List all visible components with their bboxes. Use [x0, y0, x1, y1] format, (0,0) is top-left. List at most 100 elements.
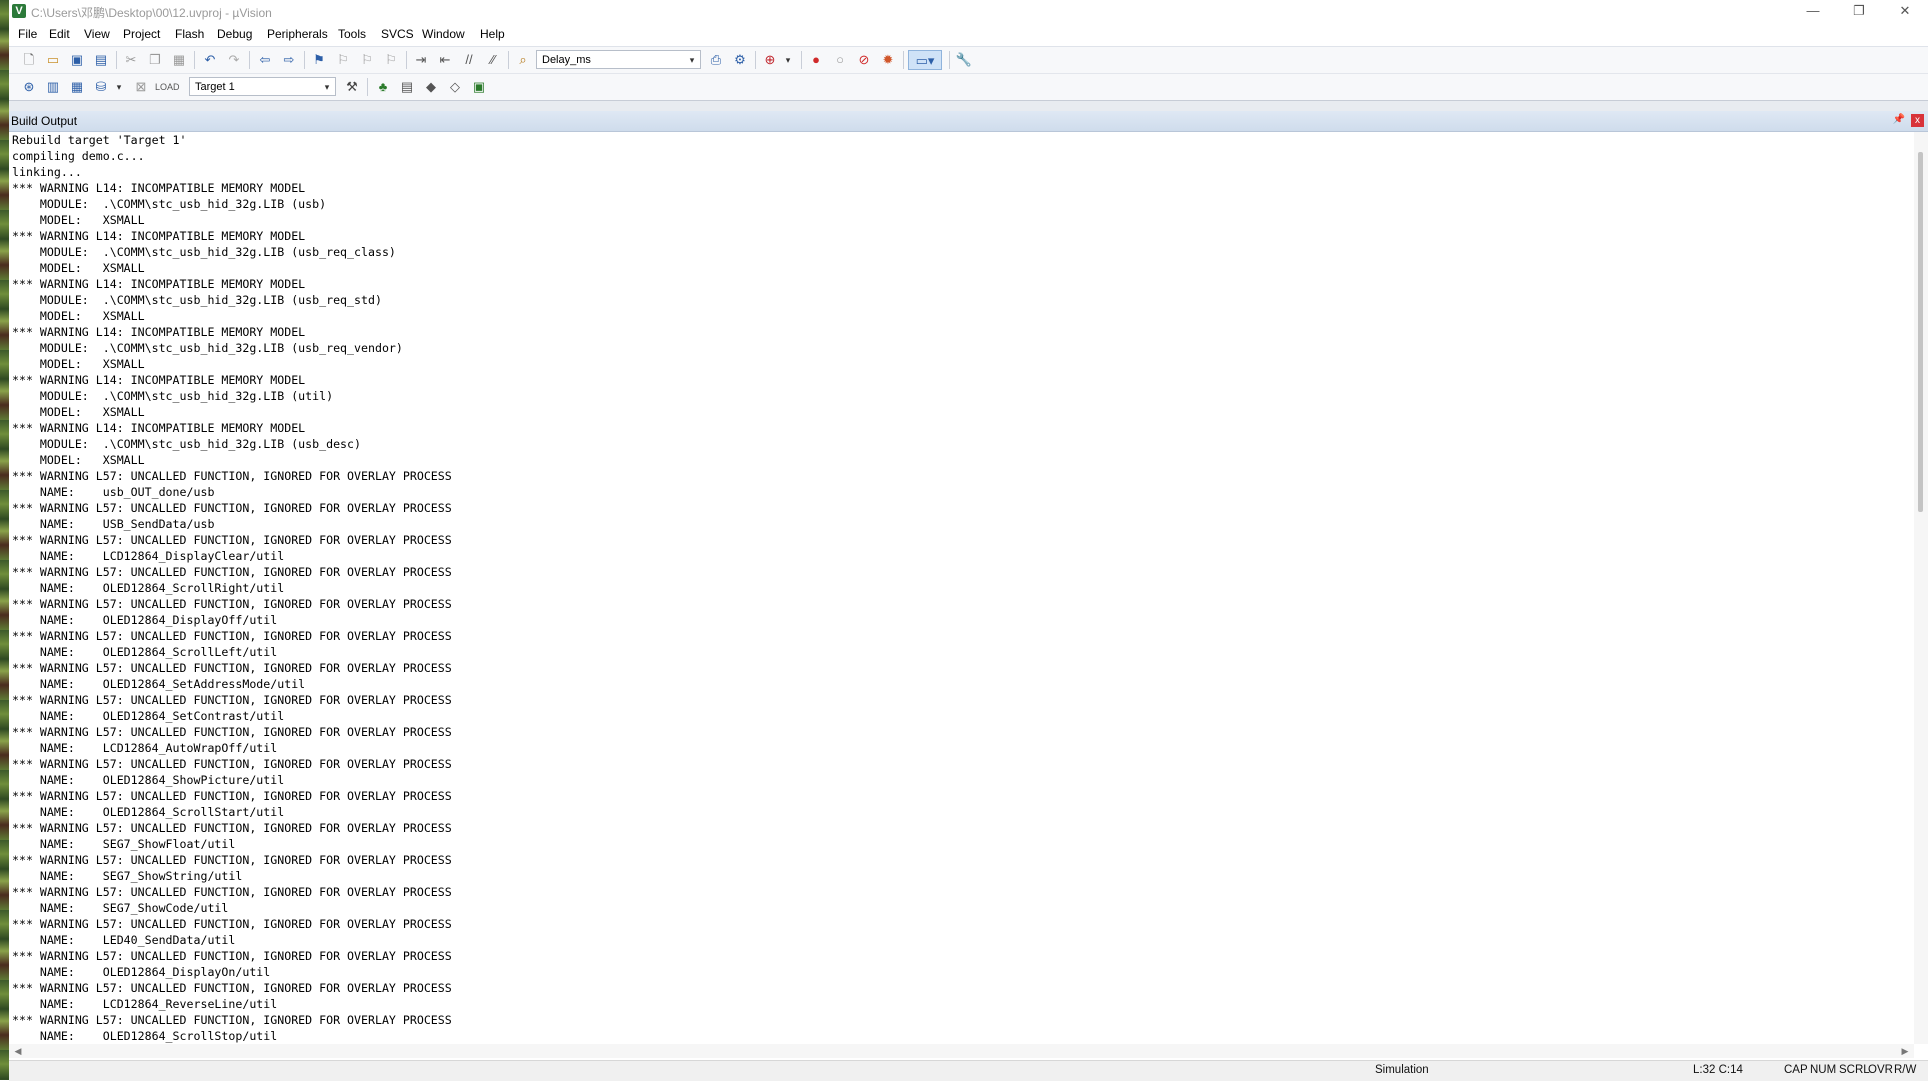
file-toolbar: 🗋 ▭ ▣ ▤ ✂ ❐ ▦ ↶ ↷ ⇦ ⇨ ⚑ ⚐ ⚐ ⚐ ⇥ ⇤ // ⁄⁄ … — [9, 47, 1928, 74]
open-folder-icon[interactable]: ▭ — [43, 50, 63, 70]
output-line: NAME: OLED12864_DisplayOff/util — [12, 613, 278, 627]
restore-button[interactable]: ❐ — [1836, 0, 1882, 24]
bookmark-next-icon[interactable]: ⚐ — [357, 50, 377, 70]
output-line: *** WARNING L14: INCOMPATIBLE MEMORY MOD… — [12, 325, 306, 339]
unindent-icon[interactable]: ⇤ — [435, 50, 455, 70]
download-load-icon[interactable]: LOAD — [155, 77, 180, 97]
target-options-icon[interactable]: ⚒ — [342, 77, 362, 97]
scroll-left-icon[interactable]: ◀ — [11, 1044, 25, 1058]
menu-edit[interactable]: Edit — [49, 27, 70, 41]
file-extensions-icon[interactable]: ♣ — [373, 77, 393, 97]
overwrite-indicator: OVR — [1868, 1064, 1893, 1076]
output-line: NAME: usb_OUT_done/usb — [12, 485, 215, 499]
kill-breakpoints-icon[interactable]: ✹ — [878, 50, 898, 70]
output-line: *** WARNING L14: INCOMPATIBLE MEMORY MOD… — [12, 277, 306, 291]
bookmark-prev-icon[interactable]: ⚐ — [333, 50, 353, 70]
debug-session-icon[interactable]: ⊕ — [760, 50, 780, 70]
incremental-find-icon[interactable]: ⚙ — [730, 50, 750, 70]
disable-breakpoints-icon[interactable]: ⊘ — [854, 50, 874, 70]
close-button[interactable]: ✕ — [1882, 0, 1928, 24]
translate-icon[interactable]: ⊛ — [19, 77, 39, 97]
chevron-down-icon[interactable]: ▾ — [686, 51, 698, 68]
uncomment-icon[interactable]: ⁄⁄ — [483, 50, 503, 70]
vertical-scroll-thumb[interactable] — [1918, 152, 1923, 512]
build-icon[interactable]: ▥ — [43, 77, 63, 97]
chevron-down-icon[interactable]: ▾ — [321, 78, 333, 95]
manage-project-items-icon[interactable]: ▤ — [397, 77, 417, 97]
chevron-down-icon[interactable]: ▾ — [109, 77, 129, 97]
toolbar-separator — [304, 51, 305, 69]
bookmark-icon[interactable]: ⚑ — [309, 50, 329, 70]
rebuild-icon[interactable]: ▦ — [67, 77, 87, 97]
select-packs-icon[interactable]: ◆ — [421, 77, 441, 97]
output-line: *** WARNING L57: UNCALLED FUNCTION, IGNO… — [12, 693, 452, 707]
menu-peripherals[interactable]: Peripherals — [267, 27, 328, 41]
navigate-forward-icon[interactable]: ⇨ — [279, 50, 299, 70]
cut-icon[interactable]: ✂ — [121, 50, 141, 70]
output-line: *** WARNING L14: INCOMPATIBLE MEMORY MOD… — [12, 181, 306, 195]
output-line: compiling demo.c... — [12, 149, 145, 163]
output-line: NAME: OLED12864_DisplayOn/util — [12, 965, 271, 979]
menu-project[interactable]: Project — [123, 27, 160, 41]
manage-rte-icon[interactable]: ◇ — [445, 77, 465, 97]
build-output-text[interactable]: Rebuild target 'Target 1' compiling demo.… — [9, 132, 1914, 1044]
menu-tools[interactable]: Tools — [338, 27, 366, 41]
menu-file[interactable]: File — [18, 27, 37, 41]
stop-build-icon[interactable]: ⊠ — [131, 77, 151, 97]
output-line: NAME: SEG7_ShowString/util — [12, 869, 243, 883]
new-file-icon[interactable]: 🗋 — [19, 50, 39, 70]
output-line: NAME: OLED12864_ShowPicture/util — [12, 773, 285, 787]
find-icon[interactable]: ⎙ — [706, 50, 726, 70]
close-panel-icon[interactable]: x — [1911, 114, 1924, 127]
window-layout-icon[interactable]: ▭▾ — [908, 50, 942, 70]
menu-debug[interactable]: Debug — [217, 27, 252, 41]
horizontal-scrollbar[interactable]: ◀ ▶ — [9, 1044, 1914, 1058]
enable-breakpoint-icon[interactable]: ○ — [830, 50, 850, 70]
vertical-scrollbar[interactable] — [1914, 132, 1928, 1044]
copy-icon[interactable]: ❐ — [145, 50, 165, 70]
output-line: NAME: OLED12864_ScrollStop/util — [12, 1029, 278, 1043]
toolbar-separator — [755, 51, 756, 69]
indent-icon[interactable]: ⇥ — [411, 50, 431, 70]
comment-icon[interactable]: // — [459, 50, 479, 70]
redo-icon[interactable]: ↷ — [224, 50, 244, 70]
cursor-position: L:32 C:14 — [1693, 1064, 1743, 1076]
menu-window[interactable]: Window — [422, 27, 465, 41]
save-all-icon[interactable]: ▤ — [91, 50, 111, 70]
output-line: *** WARNING L14: INCOMPATIBLE MEMORY MOD… — [12, 373, 306, 387]
navigate-back-icon[interactable]: ⇦ — [255, 50, 275, 70]
save-icon[interactable]: ▣ — [67, 50, 87, 70]
debug-mode-status: Simulation — [1375, 1064, 1429, 1076]
output-line: NAME: LED40_SendData/util — [12, 933, 236, 947]
output-line: *** WARNING L57: UNCALLED FUNCTION, IGNO… — [12, 629, 452, 643]
batch-build-icon[interactable]: ⛁ — [91, 77, 111, 97]
output-line: *** WARNING L57: UNCALLED FUNCTION, IGNO… — [12, 949, 452, 963]
paste-icon[interactable]: ▦ — [169, 50, 189, 70]
title-bar: V C:\Users\邓鹏\Desktop\00\12.uvproj - µVi… — [9, 0, 1928, 24]
menu-flash[interactable]: Flash — [175, 27, 204, 41]
menu-bar: File Edit View Project Flash Debug Perip… — [9, 24, 1928, 47]
output-line: *** WARNING L14: INCOMPATIBLE MEMORY MOD… — [12, 421, 306, 435]
minimize-button[interactable]: — — [1790, 0, 1836, 24]
output-line: NAME: OLED12864_SetAddressMode/util — [12, 677, 306, 691]
toolbar-separator — [116, 51, 117, 69]
scroll-right-icon[interactable]: ▶ — [1898, 1044, 1912, 1058]
bookmark-clear-icon[interactable]: ⚐ — [381, 50, 401, 70]
pin-icon[interactable]: 📌 — [1892, 114, 1906, 127]
menu-view[interactable]: View — [84, 27, 110, 41]
find-in-files-icon[interactable]: ⌕ — [513, 50, 533, 70]
menu-help[interactable]: Help — [480, 27, 505, 41]
chevron-down-icon[interactable]: ▾ — [778, 50, 798, 70]
configure-wrench-icon[interactable]: 🔧 — [954, 50, 974, 70]
toolbar-separator — [249, 51, 250, 69]
find-combo[interactable]: Delay_ms ▾ — [536, 50, 701, 69]
output-line: *** WARNING L57: UNCALLED FUNCTION, IGNO… — [12, 597, 452, 611]
menu-svcs[interactable]: SVCS — [381, 27, 414, 41]
undo-icon[interactable]: ↶ — [200, 50, 220, 70]
build-toolbar: ⊛ ▥ ▦ ⛁ ▾ ⊠ LOAD Target 1 ▾ ⚒ ♣ ▤ ◆ ◇ ▣ — [9, 74, 1928, 101]
insert-breakpoint-icon[interactable]: ● — [806, 50, 826, 70]
output-line: *** WARNING L57: UNCALLED FUNCTION, IGNO… — [12, 725, 452, 739]
output-line: *** WARNING L57: UNCALLED FUNCTION, IGNO… — [12, 757, 452, 771]
target-combo[interactable]: Target 1 ▾ — [189, 77, 336, 96]
pack-installer-icon[interactable]: ▣ — [469, 77, 489, 97]
